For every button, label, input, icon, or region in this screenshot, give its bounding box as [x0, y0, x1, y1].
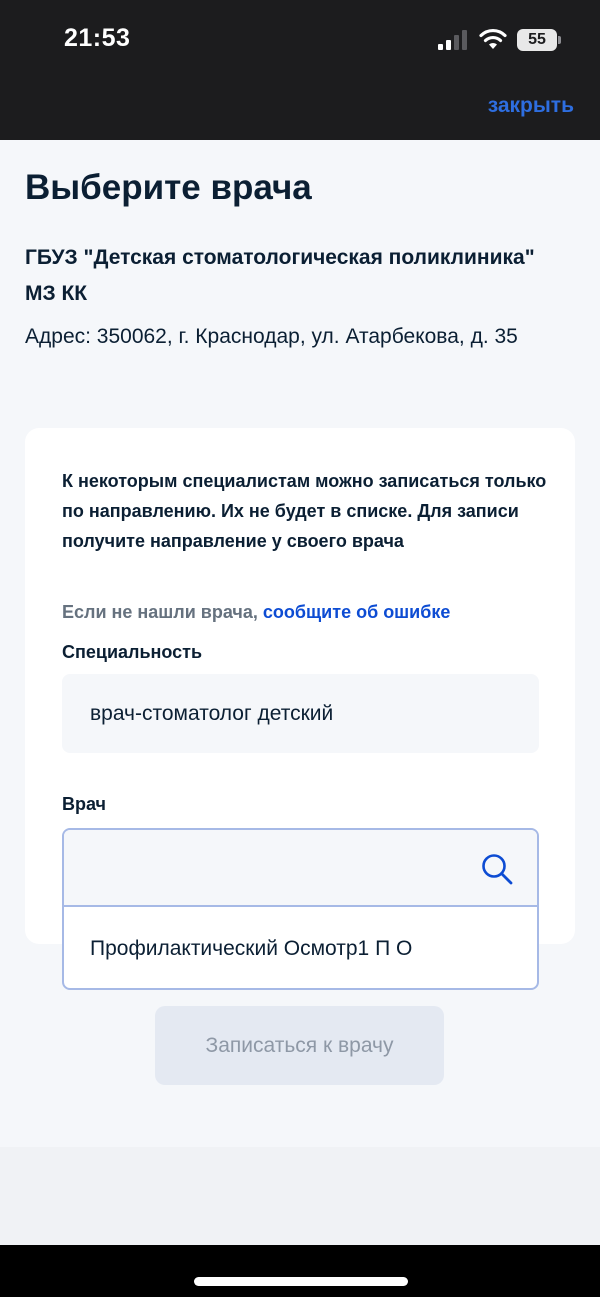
nav-bar: закрыть [0, 80, 600, 140]
home-indicator[interactable] [194, 1277, 408, 1286]
status-time: 21:53 [64, 24, 131, 52]
main-content: Выберите врача ГБУЗ "Детская стоматологи… [0, 140, 600, 1147]
report-error-link[interactable]: сообщите об ошибке [263, 602, 451, 622]
bottom-bar [0, 1245, 600, 1297]
search-icon[interactable] [480, 852, 514, 886]
specialty-field[interactable]: врач-стоматолог детский [62, 674, 539, 753]
wifi-icon [479, 28, 507, 49]
doctor-search-dropdown: Профилактический Осмотр1 П О [62, 828, 539, 990]
doctor-label: Врач [62, 794, 107, 814]
book-appointment-button[interactable]: Записаться к врачу [155, 1006, 444, 1085]
organization-name: ГБУЗ "Детская стоматологическая поликлин… [25, 246, 535, 305]
specialty-label: Специальность [62, 642, 203, 662]
cellular-signal-icon [438, 30, 467, 50]
battery-icon: 55 [517, 29, 561, 51]
footer-strip [0, 1147, 600, 1245]
page-title: Выберите врача [25, 168, 312, 207]
battery-level: 55 [517, 29, 557, 51]
doctor-search-input[interactable] [64, 830, 537, 907]
report-error-prefix: Если не нашли врача, [62, 602, 263, 622]
status-bar: 21:53 55 [0, 0, 600, 80]
report-error-line: Если не нашли врача, сообщите об ошибке [62, 602, 450, 623]
organization-address: Адрес: 350062, г. Краснодар, ул. Атарбек… [25, 325, 518, 348]
close-button[interactable]: закрыть [488, 94, 574, 118]
doctor-option[interactable]: Профилактический Осмотр1 П О [64, 909, 537, 988]
battery-tip [558, 36, 561, 44]
referral-notice: К некоторым специалистам можно записатьс… [62, 471, 547, 551]
